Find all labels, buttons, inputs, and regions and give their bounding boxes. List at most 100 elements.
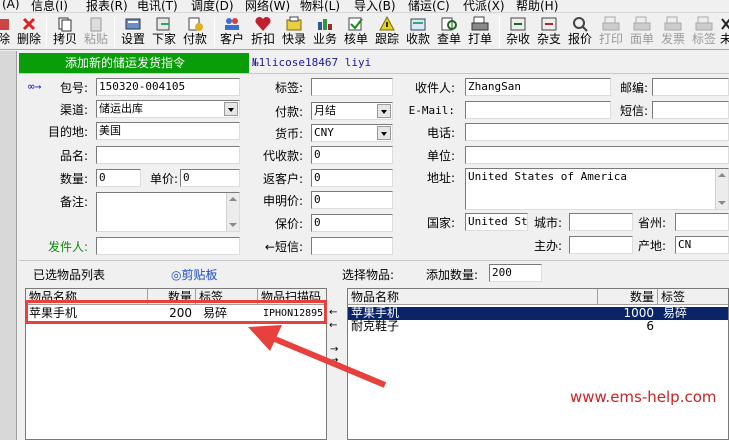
toolbar-button-next-party[interactable]: 下家 [150, 13, 178, 49]
contact-input[interactable] [569, 236, 633, 254]
declared-value-label: 申明价: [262, 194, 303, 208]
toolbar-button-label[interactable]: 标签 [690, 13, 718, 49]
unit-price-input[interactable]: 0 [180, 169, 240, 187]
quantity-input[interactable]: 0 [96, 169, 141, 187]
settings-icon [125, 18, 141, 30]
tab-add-storage-order[interactable]: 添加新的储运发货指令 [19, 53, 249, 73]
toolbar-button-payment[interactable]: 付款 [181, 13, 209, 49]
tag-input[interactable] [311, 78, 393, 96]
payment-select[interactable]: 月结 [311, 102, 393, 120]
remark-scrollbar[interactable] [226, 193, 239, 231]
menu-item-import[interactable]: 导入(B) [354, 0, 396, 12]
cod-input[interactable]: 0 [311, 146, 393, 164]
currency-select[interactable]: CNY [311, 124, 393, 142]
toolbar-button-discount[interactable]: 折扣 [249, 13, 277, 49]
toolbar-button-customer[interactable]: 客户 [218, 13, 246, 49]
column-header-quantity[interactable]: 数量 [598, 289, 658, 305]
sms-input[interactable] [311, 237, 393, 255]
menu-item-report[interactable]: 报表(R) [86, 0, 128, 12]
toolbar-button-quote[interactable]: 报价 [566, 13, 594, 49]
toolbar-button-paste[interactable]: 粘贴 [82, 13, 110, 49]
toolbar-button-copy[interactable]: 拷贝 [51, 13, 79, 49]
zipcode-input[interactable] [652, 78, 729, 96]
toolbar-button-print[interactable]: 打印 [597, 13, 625, 49]
toolbar-button-invoice[interactable]: 发票 [659, 13, 687, 49]
address-textarea[interactable]: United States of America [465, 168, 729, 210]
menu-item-material[interactable]: 物料(L) [300, 0, 340, 12]
company-label: 单位: [426, 149, 455, 163]
table-row[interactable]: 耐克鞋子 6 [348, 320, 728, 333]
toolbar-button-waybill[interactable]: 面单 [628, 13, 656, 49]
column-header-tag[interactable]: 标签 [658, 289, 728, 305]
toolbar-button-receive[interactable]: 收款 [404, 13, 432, 49]
currency-select-value: CNY [314, 126, 334, 139]
scroll-down-icon[interactable] [229, 223, 237, 227]
link-arrow-icon[interactable]: ∞→ [28, 80, 41, 93]
toolbar-button-business[interactable]: 业务 [311, 13, 339, 49]
channel-select[interactable]: 储运出库 [96, 100, 240, 118]
destination-input[interactable]: 美国 [96, 122, 240, 140]
chevron-down-icon[interactable] [377, 104, 391, 118]
label-icon [695, 16, 713, 31]
table-row[interactable]: 苹果手机 1000 易碎 [348, 307, 728, 320]
toolbar-button-print-order[interactable]: 打单 [466, 13, 494, 49]
menu-item-telecom[interactable]: 电讯(T) [137, 0, 178, 12]
address-label: 地址: [426, 171, 455, 185]
scroll-down-icon[interactable] [718, 201, 726, 205]
toolbar-button-delete-partial[interactable]: 除 [0, 13, 14, 49]
zipcode-label: 邮编: [619, 81, 648, 95]
tab-license-info[interactable]: №1licose18467 liyi [250, 54, 410, 72]
toolbar-button-track[interactable]: 跟踪 [373, 13, 401, 49]
declared-value-input[interactable]: 0 [311, 191, 393, 209]
toolbar: 除 删除 拷贝 粘贴 设置 下家 付款 客户 折扣 快录 业务 [0, 13, 729, 50]
contact-label: 主办: [533, 239, 562, 253]
province-input[interactable] [675, 213, 729, 231]
print-icon [602, 16, 620, 31]
rebate-input[interactable]: 0 [311, 169, 393, 187]
toolbar-button-misc-receive[interactable]: 杂收 [504, 13, 532, 49]
country-input[interactable]: United Sta [465, 213, 528, 231]
menu-item-network[interactable]: 网络(W) [245, 0, 290, 12]
toolbar-button-search-order[interactable]: 查单 [435, 13, 463, 49]
scroll-up-icon[interactable] [718, 173, 726, 177]
sms2-input[interactable] [652, 101, 729, 119]
menu-item-help[interactable]: 帮助(H) [516, 0, 558, 12]
channel-select-value: 储运出库 [99, 102, 143, 115]
chevron-down-icon[interactable] [377, 126, 391, 140]
scroll-up-icon[interactable] [229, 197, 237, 201]
select-items-grid: 物品名称 数量 标签 苹果手机 1000 易碎 耐克鞋子 6 [347, 288, 729, 440]
origin-input[interactable]: CN [675, 236, 729, 254]
company-input[interactable] [465, 146, 729, 164]
address-text: United States of America [468, 170, 627, 183]
delete-x-icon [22, 17, 36, 31]
address-scrollbar[interactable] [715, 169, 728, 209]
toolbar-button-misc-pay[interactable]: 杂支 [535, 13, 563, 49]
menu-item-info[interactable]: 信息(I) [31, 0, 68, 12]
chevron-down-icon[interactable] [224, 102, 238, 116]
remark-textarea[interactable] [96, 192, 240, 232]
insured-input[interactable]: 0 [311, 214, 393, 232]
product-name-input[interactable] [96, 146, 240, 164]
package-number-input[interactable]: 150320-004105 [96, 78, 240, 96]
sender-input[interactable] [96, 237, 240, 255]
toolbar-button-settings[interactable]: 设置 [119, 13, 147, 49]
phone-label: 电话: [426, 126, 455, 140]
menu-item-delivery[interactable]: 代派(X) [463, 0, 505, 12]
toolbar-button-quick-entry[interactable]: 快录 [280, 13, 308, 49]
menu-item-dispatch[interactable]: 调度(D) [191, 0, 234, 12]
city-input[interactable] [569, 213, 633, 231]
phone-input[interactable] [465, 123, 729, 141]
email-input[interactable] [465, 101, 611, 119]
toolbar-button-verify[interactable]: 核单 [342, 13, 370, 49]
menu-item-a[interactable]: (A) [2, 0, 20, 11]
toolbar-button-delete[interactable]: 删除 [15, 13, 43, 49]
remark-label: 备注: [59, 195, 88, 209]
track-icon [379, 16, 395, 31]
add-quantity-input[interactable]: 200 [489, 264, 542, 282]
recipient-input[interactable]: ZhangSan [465, 78, 611, 96]
rebate-label: 返客户: [262, 172, 303, 186]
toolbar-button-more[interactable]: 未 [719, 13, 729, 49]
clipboard-link[interactable]: ◎剪贴板 [171, 266, 217, 283]
column-header-item-name[interactable]: 物品名称 [348, 289, 598, 305]
menu-item-storage[interactable]: 储运(C) [408, 0, 450, 12]
